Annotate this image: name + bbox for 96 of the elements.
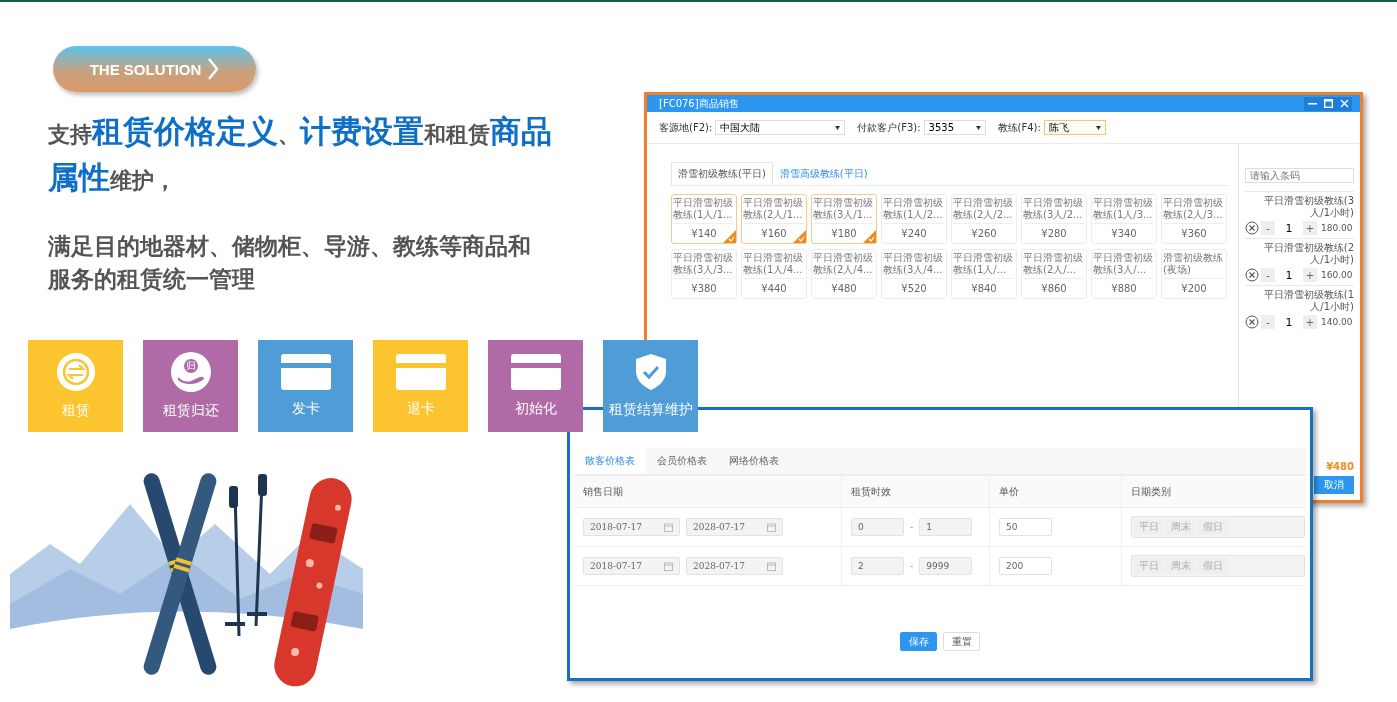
cart-item-name: 平日滑雪初级教练(2人/1小时) (1262, 242, 1354, 266)
card-icon (510, 354, 561, 390)
product-card[interactable]: 平日滑雪初级教练(1人/... ¥840 (951, 249, 1017, 299)
price-field[interactable]: 200 (999, 557, 1052, 575)
remove-button[interactable] (1245, 221, 1259, 235)
item-amount: 180.00 (1321, 223, 1353, 233)
exchange-icon (55, 352, 96, 392)
range-separator: - (910, 561, 914, 571)
date-field[interactable]: 2028-07-17 (686, 557, 783, 575)
calendar-icon (767, 561, 776, 571)
save-button[interactable]: 保存 (900, 632, 937, 651)
duration-from-field[interactable]: 2 (851, 557, 904, 575)
quantity-field[interactable]: 1 (1277, 315, 1301, 329)
calendar-icon (664, 522, 673, 532)
remove-icon (1245, 315, 1259, 329)
card-icon (280, 354, 331, 390)
product-card[interactable]: 平日滑雪初级教练(3人/4... ¥520 (881, 249, 947, 299)
item-amount: 140.00 (1321, 317, 1353, 327)
function-tile[interactable]: 初始化 (488, 340, 583, 432)
barcode-field[interactable]: 请输入条码 (1245, 168, 1354, 183)
cancel-button[interactable]: 取消 (1314, 476, 1354, 494)
product-card[interactable]: 平日滑雪初级教练(1人/1... ¥140 (671, 194, 737, 244)
increase-button[interactable]: + (1303, 315, 1317, 329)
corner-check-icon (793, 230, 806, 243)
category-tab[interactable]: 滑雪高级教练(平日) (772, 162, 875, 185)
date-field[interactable]: 2018-07-17 (583, 557, 680, 575)
cart-item-name: 平日滑雪初级教练(1人/1小时) (1262, 289, 1354, 313)
date-field[interactable]: 2018-07-17 (583, 518, 680, 536)
reset-button[interactable]: 重置 (943, 632, 980, 651)
decrease-button[interactable]: - (1261, 268, 1275, 282)
caret-down-icon (1095, 125, 1101, 130)
item-amount: 160.00 (1321, 270, 1353, 280)
shield-check-icon (634, 353, 667, 391)
price-table-tab[interactable]: 网络价格表 (718, 448, 790, 474)
product-card[interactable]: 平日滑雪初级教练(1人/4... ¥440 (741, 249, 807, 299)
quantity-field[interactable]: 1 (1277, 268, 1301, 282)
maximize-icon (1323, 99, 1333, 108)
chevron-right-icon (207, 58, 220, 80)
close-icon (1339, 99, 1349, 108)
product-card[interactable]: 平日滑雪初级教练(2人/... ¥860 (1021, 249, 1087, 299)
headline-text: 支持租赁价格定义、计费设置和租赁商品属性维护， (48, 112, 553, 197)
product-card[interactable]: 平日滑雪初级教练(2人/4... ¥480 (811, 249, 877, 299)
remove-icon (1245, 268, 1259, 282)
date-field[interactable]: 2028-07-17 (686, 518, 783, 536)
cart-item-name: 平日滑雪初级教练(3人/1小时) (1262, 195, 1354, 219)
window-title: [FC076]商品销售 (659, 96, 739, 111)
column-header: 销售日期 (574, 476, 842, 507)
product-card[interactable]: 平日滑雪初级教练(3人/2... ¥280 (1021, 194, 1087, 244)
card-icon (395, 354, 446, 390)
increase-button[interactable]: + (1303, 221, 1317, 235)
duration-to-field[interactable]: 9999 (919, 557, 973, 575)
price-table-tab[interactable]: 散客价格表 (574, 448, 646, 474)
caret-down-icon (975, 125, 981, 130)
duration-to-field[interactable]: 1 (919, 518, 973, 536)
decrease-button[interactable]: - (1261, 221, 1275, 235)
range-separator: - (910, 522, 914, 532)
remove-button[interactable] (1245, 268, 1259, 282)
product-card[interactable]: 平日滑雪初级教练(2人/1... ¥160 (741, 194, 807, 244)
column-header: 日期类别 (1130, 484, 1172, 499)
quantity-field[interactable]: 1 (1277, 221, 1301, 235)
hand-coin-icon: 归 (170, 352, 211, 392)
calendar-icon (767, 522, 776, 532)
increase-button[interactable]: + (1303, 268, 1317, 282)
dropdown-field[interactable]: 中国大陆 (715, 120, 846, 135)
dropdown-field[interactable]: 3535 (923, 120, 986, 135)
corner-check-icon (723, 230, 736, 243)
total-amount: ¥480 (1326, 461, 1354, 472)
description-text: 满足目的地器材、储物柜、导游、教练等商品和服务的租赁统一管理 (48, 232, 532, 294)
product-card[interactable]: 平日滑雪初级教练(1人/3... ¥340 (1091, 194, 1157, 244)
price-table-tab[interactable]: 会员价格表 (646, 448, 718, 474)
product-card[interactable]: 滑雪初级教练(夜场) ¥200 (1161, 249, 1227, 299)
product-card[interactable]: 平日滑雪初级教练(2人/3... ¥360 (1161, 194, 1227, 244)
product-card[interactable]: 平日滑雪初级教练(1人/2... ¥240 (881, 194, 947, 244)
filter-label: 教练(F4): (997, 120, 1041, 135)
category-tab[interactable]: 滑雪初级教练(平日) (671, 162, 773, 185)
column-header: 租赁时效 (842, 476, 990, 507)
remove-button[interactable] (1245, 315, 1259, 329)
product-card[interactable]: 平日滑雪初级教练(3人/1... ¥180 (811, 194, 877, 244)
product-card[interactable]: 平日滑雪初级教练(3人/3... ¥380 (671, 249, 737, 299)
column-header: 单价 (990, 476, 1122, 507)
decrease-button[interactable]: - (1261, 315, 1275, 329)
filter-label: 客源地(F2): (659, 120, 713, 135)
dropdown-field[interactable]: 陈飞 (1043, 120, 1106, 135)
price-field[interactable]: 50 (999, 518, 1052, 536)
function-tile[interactable]: 租赁结算维护 (603, 340, 698, 432)
badge-text: THE SOLUTION (89, 60, 202, 78)
product-card[interactable]: 平日滑雪初级教练(3人/... ¥880 (1091, 249, 1157, 299)
filter-label: 付款客户(F3): (857, 120, 921, 135)
caret-down-icon (835, 125, 841, 130)
product-card[interactable]: 平日滑雪初级教练(2人/2... ¥260 (951, 194, 1017, 244)
function-tile[interactable]: 归 租赁归还 (143, 340, 238, 432)
calendar-icon (664, 561, 673, 571)
duration-from-field[interactable]: 0 (851, 518, 904, 536)
remove-icon (1245, 221, 1259, 235)
function-tile[interactable]: 发卡 (258, 340, 353, 432)
corner-check-icon (863, 230, 876, 243)
